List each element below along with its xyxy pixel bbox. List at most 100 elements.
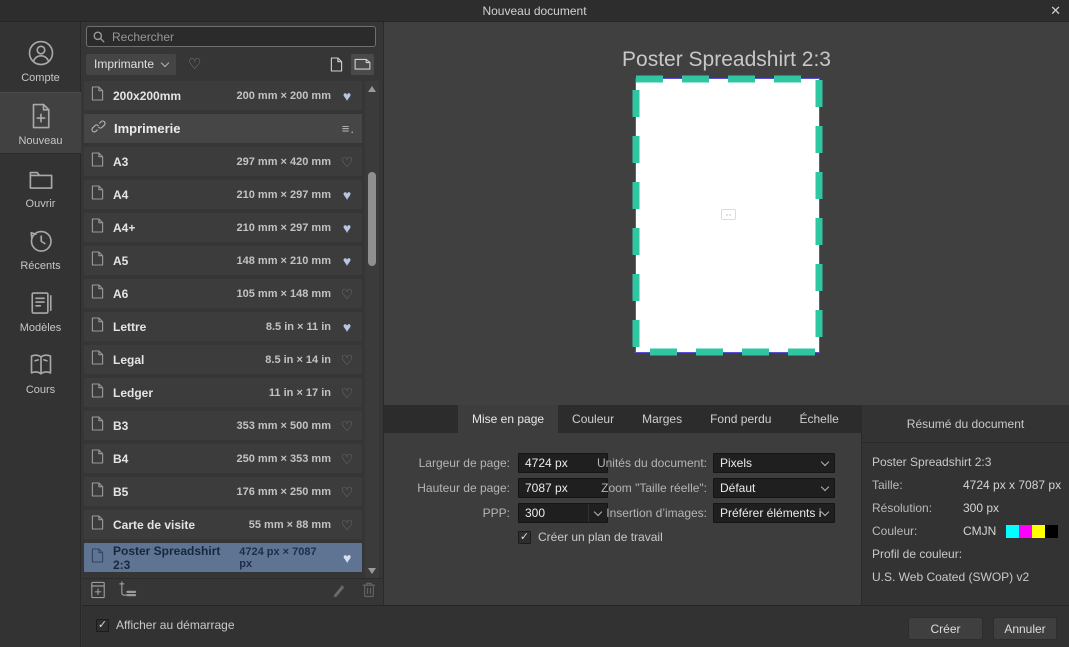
search-box[interactable] bbox=[86, 26, 376, 47]
filter-row: Imprimante ♡ bbox=[86, 53, 380, 75]
tab-mise-en-page[interactable]: Mise en page bbox=[458, 405, 558, 433]
preset-row[interactable]: A4+210 mm × 297 mm♥ bbox=[84, 213, 362, 242]
actual-zoom-dropdown[interactable]: Défaut bbox=[713, 478, 835, 498]
color-swatch bbox=[1032, 525, 1045, 538]
image-placement-value: Préférer éléments int bbox=[714, 506, 822, 520]
close-icon[interactable]: ✕ bbox=[1050, 0, 1061, 22]
favorite-icon[interactable]: ♡ bbox=[339, 353, 355, 367]
portrait-page-icon[interactable] bbox=[325, 54, 348, 75]
tab-fond-perdu[interactable]: Fond perdu bbox=[696, 405, 785, 433]
document-summary-panel: Résumé du document Poster Spreadshirt 2:… bbox=[862, 405, 1069, 605]
window-title: Nouveau document bbox=[482, 4, 586, 18]
preset-row[interactable]: Legal8.5 in × 14 in♡ bbox=[84, 345, 362, 374]
orientation-toggles bbox=[325, 54, 374, 75]
cancel-button[interactable]: Annuler bbox=[993, 617, 1057, 640]
units-dropdown[interactable]: Pixels bbox=[713, 453, 835, 473]
sidebar-item-compte[interactable]: Compte bbox=[0, 30, 81, 90]
favorite-icon[interactable]: ♥ bbox=[339, 551, 355, 565]
favorite-icon[interactable]: ♡ bbox=[339, 155, 355, 169]
preset-row[interactable]: Poster Spreadshirt 2:34724 px × 7087 px♥ bbox=[84, 543, 362, 572]
preset-row[interactable]: Ledger11 in × 17 in♡ bbox=[84, 378, 362, 407]
favorite-icon[interactable]: ♡ bbox=[339, 287, 355, 301]
sidebar-item-nouveau[interactable]: Nouveau bbox=[0, 92, 81, 154]
search-input[interactable] bbox=[110, 29, 369, 45]
scroll-up-icon[interactable] bbox=[368, 86, 376, 92]
favorite-icon[interactable]: ♡ bbox=[339, 518, 355, 532]
menu-icon[interactable]: ≡. bbox=[342, 121, 355, 136]
color-profile-value: U.S. Web Coated (SWOP) v2 bbox=[872, 570, 1029, 584]
landscape-page-icon[interactable] bbox=[351, 54, 374, 75]
scroll-down-icon[interactable] bbox=[368, 568, 376, 574]
sidebar-item-r-cents[interactable]: Récents bbox=[0, 218, 81, 278]
link-icon bbox=[91, 119, 106, 139]
preset-row[interactable]: B4 250 mm × 353 mm ♡ bbox=[84, 444, 362, 473]
image-placement-dropdown[interactable]: Préférer éléments int bbox=[713, 503, 835, 523]
favorite-icon[interactable]: ♥ bbox=[339, 188, 355, 202]
edit-pen-icon[interactable] bbox=[331, 581, 348, 603]
page-icon bbox=[91, 515, 104, 535]
preset-row[interactable]: B3353 mm × 500 mm♡ bbox=[84, 411, 362, 440]
page-icon bbox=[91, 185, 104, 205]
sidebar-item-label: Compte bbox=[21, 72, 60, 84]
preset-name: B5 bbox=[113, 485, 128, 499]
preset-name: B4 bbox=[113, 452, 128, 466]
create-button[interactable]: Créer bbox=[908, 617, 983, 640]
preset-size: 250 mm × 353 mm bbox=[237, 453, 331, 465]
page-icon bbox=[91, 317, 104, 337]
size-label: Taille: bbox=[872, 478, 963, 492]
preset-row[interactable]: B5176 mm × 250 mm♡ bbox=[84, 477, 362, 506]
favorites-filter-icon[interactable]: ♡ bbox=[188, 57, 201, 72]
favorite-icon[interactable]: ♡ bbox=[339, 485, 355, 499]
artboard-checkbox[interactable] bbox=[518, 531, 531, 544]
settings-tabbar: Mise en pageCouleurMargesFond perduÉchel… bbox=[384, 405, 862, 433]
favorite-icon[interactable]: ♥ bbox=[339, 89, 355, 103]
actual-zoom-value: Défaut bbox=[714, 481, 822, 495]
preset-row[interactable]: A3297 mm × 420 mm♡ bbox=[84, 147, 362, 176]
page-width-label: Largeur de page: bbox=[394, 456, 510, 470]
preset-row[interactable]: A5148 mm × 210 mm♥ bbox=[84, 246, 362, 275]
add-preset-icon[interactable] bbox=[118, 581, 137, 603]
preset-category-row[interactable]: Imprimerie≡. bbox=[84, 114, 362, 143]
favorite-icon[interactable]: ♥ bbox=[339, 254, 355, 268]
preset-row[interactable]: Carte de visite55 mm × 88 mm♡ bbox=[84, 510, 362, 539]
tab--chelle[interactable]: Échelle bbox=[785, 405, 852, 433]
chevron-down-icon bbox=[821, 507, 829, 515]
preset-type-dropdown[interactable]: Imprimante bbox=[86, 54, 176, 75]
import-preset-icon[interactable] bbox=[90, 581, 106, 604]
page-icon bbox=[91, 152, 104, 172]
show-at-startup-checkbox[interactable] bbox=[96, 619, 109, 632]
page-icon bbox=[91, 482, 104, 502]
page-icon bbox=[91, 86, 104, 106]
delete-trash-icon[interactable] bbox=[362, 581, 376, 603]
preset-name: A4+ bbox=[113, 221, 135, 235]
sidebar-item-mod-les[interactable]: Modèles bbox=[0, 280, 81, 340]
sidebar-item-cours[interactable]: Cours bbox=[0, 342, 81, 402]
page-preview bbox=[636, 79, 819, 352]
preset-type-value: Imprimante bbox=[94, 57, 154, 71]
color-label: Couleur: bbox=[872, 524, 963, 538]
preset-name: Legal bbox=[113, 353, 144, 367]
preset-row[interactable]: A6105 mm × 148 mm♡ bbox=[84, 279, 362, 308]
favorite-icon[interactable]: ♡ bbox=[339, 419, 355, 433]
color-profile-label: Profil de couleur: bbox=[872, 547, 962, 561]
actual-zoom-label: Zoom "Taille réelle": bbox=[564, 481, 707, 495]
sidebar-item-label: Nouveau bbox=[18, 135, 62, 147]
artboard-checkbox-label: Créer un plan de travail bbox=[538, 530, 663, 544]
favorite-icon[interactable]: ♡ bbox=[339, 386, 355, 400]
preset-size: 210 mm × 297 mm bbox=[237, 189, 331, 201]
favorite-icon[interactable]: ♡ bbox=[339, 452, 355, 466]
favorite-icon[interactable]: ♥ bbox=[339, 320, 355, 334]
preset-size: 297 mm × 420 mm bbox=[237, 156, 331, 168]
preset-row[interactable]: Lettre8.5 in × 11 in♥ bbox=[84, 312, 362, 341]
sidebar-item-ouvrir[interactable]: Ouvrir bbox=[0, 156, 81, 216]
preset-name: Poster Spreadshirt 2:3 bbox=[113, 544, 239, 572]
tab-marges[interactable]: Marges bbox=[628, 405, 696, 433]
favorite-icon[interactable]: ♥ bbox=[339, 221, 355, 235]
scrollbar[interactable] bbox=[365, 81, 379, 579]
preset-row[interactable]: 200x200mm200 mm × 200 mm♥ bbox=[84, 81, 362, 110]
scrollbar-thumb[interactable] bbox=[368, 172, 376, 266]
preset-size: 200 mm × 200 mm bbox=[237, 90, 331, 102]
preset-size: 8.5 in × 11 in bbox=[266, 321, 331, 333]
preset-row[interactable]: A4210 mm × 297 mm♥ bbox=[84, 180, 362, 209]
tab-couleur[interactable]: Couleur bbox=[558, 405, 628, 433]
